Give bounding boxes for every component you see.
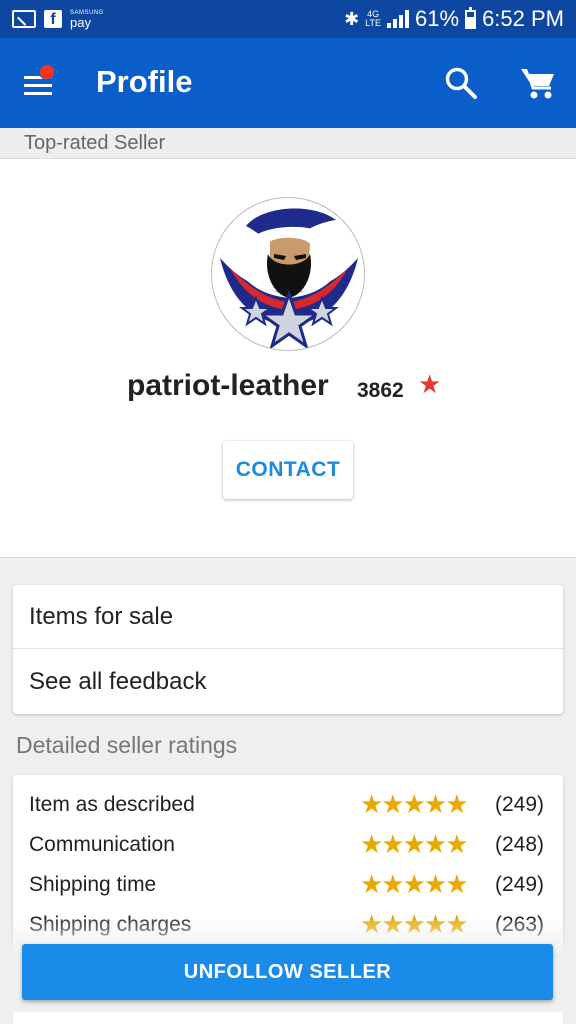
profile-card: patriot-leather 3862 ★ CONTACT: [0, 158, 576, 558]
battery-percent: 61%: [415, 6, 460, 31]
top-rated-label: Top-rated Seller: [24, 132, 166, 154]
rating-stars-icon: ★★★★★: [360, 869, 469, 899]
lte-bottom: LTE: [365, 18, 382, 28]
clock: 6:52 PM: [482, 6, 564, 31]
menu-button[interactable]: [22, 64, 56, 98]
seller-name[interactable]: patriot-leather: [127, 369, 329, 403]
feedback-score: 3862: [357, 379, 404, 402]
search-icon[interactable]: [444, 66, 478, 100]
status-system: ✱ 4G LTE 61% 6:52 PM: [344, 6, 564, 32]
feedback-star-icon: ★: [418, 369, 442, 399]
app-bar: Profile: [0, 38, 576, 128]
status-bar: f SAMSUNG pay ✱ 4G LTE 61% 6:52 PM: [0, 0, 576, 38]
unfollow-seller-button[interactable]: UNFOLLOW SELLER: [22, 944, 553, 1000]
page-title: Profile: [96, 64, 193, 99]
battery-icon: [465, 6, 477, 29]
patriot-mascot-logo: [220, 208, 358, 350]
rating-label: Shipping time: [29, 873, 157, 896]
seller-links-card: Items for sale See all feedback: [13, 585, 563, 714]
status-notifications: f SAMSUNG pay: [12, 10, 104, 29]
rating-row: Item as described ★★★★★ (249): [13, 787, 563, 827]
rating-count: (248): [495, 833, 545, 856]
signal-icon: [387, 10, 410, 28]
top-rated-banner: Top-rated Seller: [0, 128, 576, 158]
samsung-pay-icon: SAMSUNG pay: [70, 10, 104, 29]
bluetooth-icon: ✱: [344, 8, 360, 29]
lte-icon: 4G LTE: [365, 10, 381, 28]
rating-label: Item as described: [29, 793, 195, 816]
contact-button[interactable]: CONTACT: [223, 441, 353, 499]
items-for-sale-link[interactable]: Items for sale: [13, 585, 563, 649]
rating-stars-icon: ★★★★★: [360, 829, 469, 859]
see-all-feedback-link[interactable]: See all feedback: [13, 650, 563, 714]
rating-row: Communication ★★★★★ (248): [13, 827, 563, 867]
seller-avatar: [211, 197, 365, 351]
ratings-section-title: Detailed seller ratings: [16, 732, 238, 758]
rating-count: (249): [495, 793, 545, 816]
gmail-icon: [12, 10, 36, 28]
rating-count: (249): [495, 873, 545, 896]
next-card-edge: [13, 1012, 563, 1024]
notification-dot: [39, 64, 55, 80]
cart-icon[interactable]: [520, 66, 556, 100]
facebook-icon: f: [44, 10, 62, 28]
samsung-pay-label: pay: [70, 14, 91, 30]
rating-stars-icon: ★★★★★: [360, 789, 469, 819]
rating-label: Communication: [29, 833, 175, 856]
rating-row: Shipping time ★★★★★ (249): [13, 867, 563, 907]
